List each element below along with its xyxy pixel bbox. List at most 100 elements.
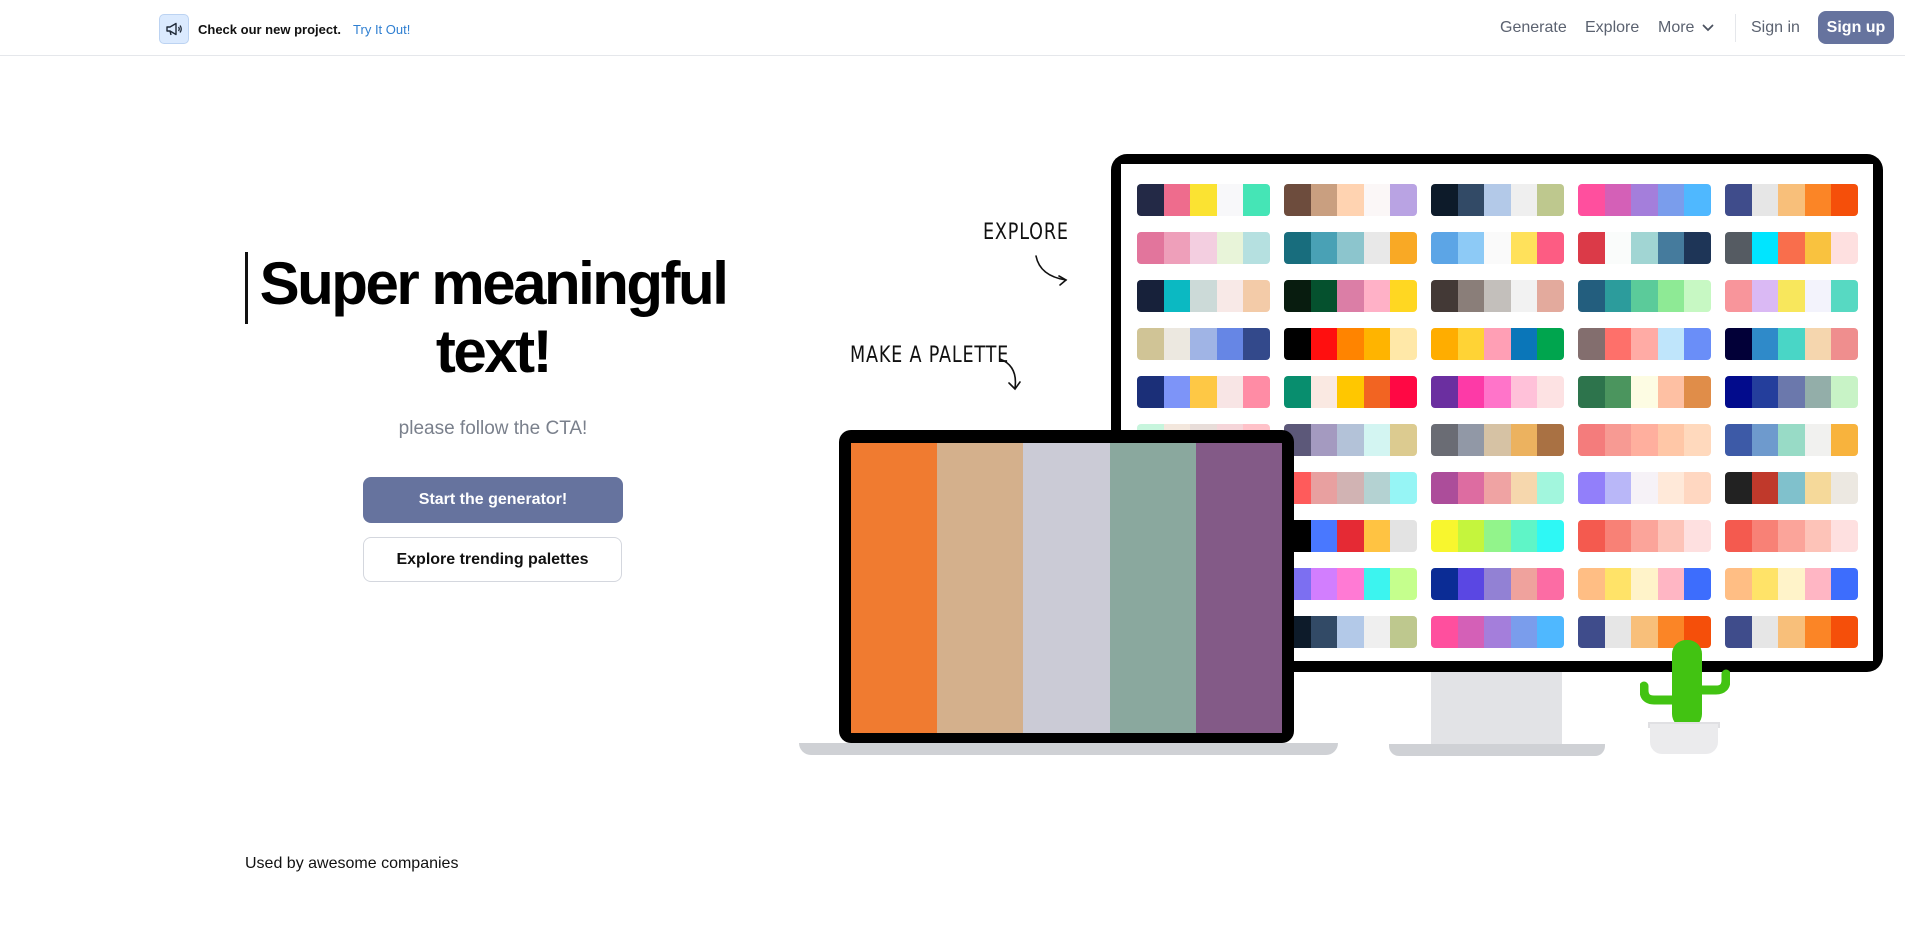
sign-in-link[interactable]: Sign in — [1751, 19, 1800, 37]
color-swatch — [1578, 568, 1605, 600]
announcement-text: Check our new project. — [198, 21, 342, 37]
color-swatch — [1778, 376, 1805, 408]
color-swatch — [1137, 280, 1164, 312]
color-swatch — [1831, 568, 1858, 600]
plant-pot — [1650, 724, 1718, 754]
laptop-color-column — [1195, 443, 1282, 733]
palette-tile — [1578, 184, 1711, 216]
color-swatch — [1190, 232, 1217, 264]
color-swatch — [1457, 328, 1485, 360]
color-swatch — [1310, 184, 1338, 216]
palette-tile — [1431, 616, 1564, 648]
color-swatch — [1804, 520, 1832, 552]
palette-tile — [1431, 472, 1564, 504]
color-swatch — [1725, 520, 1752, 552]
color-swatch — [1363, 280, 1391, 312]
color-swatch — [1484, 616, 1511, 648]
color-swatch — [1431, 568, 1458, 600]
sign-up-button[interactable]: Sign up — [1818, 11, 1894, 44]
palette-tile — [1284, 424, 1417, 456]
color-swatch — [1631, 424, 1658, 456]
color-swatch — [1431, 520, 1458, 552]
color-swatch — [1363, 184, 1391, 216]
palette-tile — [1578, 280, 1711, 312]
color-swatch — [1310, 328, 1338, 360]
color-swatch — [1778, 328, 1805, 360]
nav-explore-link[interactable]: Explore — [1585, 19, 1639, 37]
explore-handwritten-label: EXPLORE — [983, 220, 1069, 245]
color-swatch — [1657, 280, 1685, 312]
start-generator-button[interactable]: Start the generator! — [363, 477, 623, 523]
laptop-color-column — [851, 443, 938, 733]
color-swatch — [1337, 520, 1364, 552]
color-swatch — [1163, 328, 1191, 360]
palette-tile — [1725, 376, 1858, 408]
color-swatch — [1284, 376, 1311, 408]
color-swatch — [1578, 472, 1605, 504]
color-swatch — [1216, 280, 1244, 312]
color-swatch — [1510, 280, 1538, 312]
color-swatch — [1537, 568, 1564, 600]
color-swatch — [1137, 232, 1164, 264]
palette-tile — [1137, 232, 1270, 264]
nav-generate-link[interactable]: Generate — [1500, 19, 1567, 37]
color-swatch — [1337, 184, 1364, 216]
color-swatch — [1310, 472, 1338, 504]
color-swatch — [1310, 232, 1338, 264]
color-swatch — [1190, 376, 1217, 408]
color-swatch — [1243, 328, 1270, 360]
color-swatch — [1804, 184, 1832, 216]
color-swatch — [1390, 424, 1417, 456]
hero-title: Super meaningful text! — [259, 250, 729, 385]
color-swatch — [1216, 376, 1244, 408]
color-swatch — [1604, 520, 1632, 552]
color-swatch — [1778, 424, 1805, 456]
color-swatch — [1657, 568, 1685, 600]
color-swatch — [1484, 568, 1511, 600]
announcement-link[interactable]: Try It Out! — [353, 22, 410, 37]
palette-tile — [1578, 472, 1711, 504]
color-swatch — [1684, 184, 1711, 216]
palette-tile — [1137, 184, 1270, 216]
explore-palettes-button[interactable]: Explore trending palettes — [363, 537, 622, 582]
color-swatch — [1363, 232, 1391, 264]
arrow-to-laptop-icon — [999, 358, 1021, 391]
color-swatch — [1243, 376, 1270, 408]
color-swatch — [1457, 280, 1485, 312]
color-swatch — [1684, 232, 1711, 264]
color-swatch — [1431, 472, 1458, 504]
palette-tile — [1284, 520, 1417, 552]
color-swatch — [1457, 184, 1485, 216]
laptop-color-column — [1023, 443, 1110, 733]
color-swatch — [1337, 568, 1364, 600]
color-swatch — [1804, 472, 1832, 504]
color-swatch — [1457, 568, 1485, 600]
color-swatch — [1725, 184, 1752, 216]
color-swatch — [1604, 616, 1632, 648]
color-swatch — [1363, 616, 1391, 648]
color-swatch — [1537, 616, 1564, 648]
color-swatch — [1431, 184, 1458, 216]
monitor-base — [1389, 744, 1605, 756]
color-swatch — [1604, 328, 1632, 360]
palette-tile — [1431, 520, 1564, 552]
color-swatch — [1657, 184, 1685, 216]
color-swatch — [1457, 472, 1485, 504]
color-swatch — [1657, 328, 1685, 360]
color-swatch — [1390, 520, 1417, 552]
color-swatch — [1484, 472, 1511, 504]
nav-more-menu[interactable]: More — [1658, 19, 1714, 37]
palette-tile — [1284, 472, 1417, 504]
palette-tile — [1137, 328, 1270, 360]
color-swatch — [1657, 472, 1685, 504]
palette-tile — [1725, 520, 1858, 552]
megaphone-icon — [159, 14, 189, 44]
color-swatch — [1337, 616, 1364, 648]
color-swatch — [1725, 376, 1752, 408]
nav-more-label: More — [1658, 19, 1695, 36]
color-swatch — [1390, 328, 1417, 360]
palette-tile — [1284, 280, 1417, 312]
color-swatch — [1604, 424, 1632, 456]
color-swatch — [1484, 232, 1511, 264]
color-swatch — [1751, 472, 1779, 504]
